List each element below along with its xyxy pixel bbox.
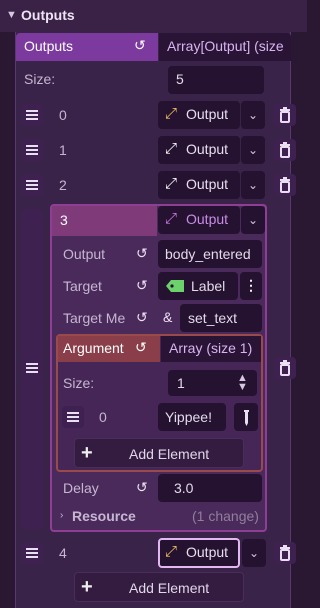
argument-add-element-button[interactable]: + Add Element bbox=[74, 438, 244, 468]
element-value-field[interactable]: Yippee! bbox=[158, 403, 226, 431]
plus-icon: + bbox=[81, 442, 93, 464]
section-title: Outputs bbox=[21, 7, 75, 23]
resource-change-note: (1 change) bbox=[192, 508, 259, 524]
output-button-label: Output bbox=[186, 106, 229, 122]
output-button[interactable]: ⤢ Output bbox=[158, 101, 240, 129]
trash-icon[interactable] bbox=[274, 357, 296, 379]
label-tag-icon bbox=[166, 280, 184, 292]
output-label: Output bbox=[63, 246, 106, 262]
item-index: 4 bbox=[59, 545, 67, 561]
output-signal-field[interactable]: body_entered bbox=[158, 240, 262, 268]
drag-handle-icon[interactable] bbox=[21, 174, 43, 196]
output-button[interactable]: ⤢ Output bbox=[158, 206, 240, 234]
target-node-field[interactable]: Label bbox=[158, 272, 238, 300]
revert-icon[interactable]: ↺ bbox=[136, 309, 148, 326]
chevron-down-icon: ▼ bbox=[6, 9, 17, 21]
revert-icon[interactable]: ↺ bbox=[136, 245, 148, 262]
plus-icon: + bbox=[81, 576, 93, 598]
trash-icon[interactable] bbox=[274, 104, 296, 126]
revert-icon[interactable]: ↺ bbox=[134, 37, 146, 54]
argument-label-row: Argument ↺ bbox=[58, 336, 160, 362]
argument-array-field[interactable]: Array (size 1) bbox=[161, 336, 261, 362]
output-button-label: Output bbox=[186, 141, 229, 157]
drag-handle-icon[interactable] bbox=[21, 209, 43, 529]
item-index: 1 bbox=[59, 142, 67, 158]
chevron-down-icon[interactable]: ⌄ bbox=[241, 206, 265, 234]
chevron-right-icon[interactable]: › bbox=[60, 510, 63, 521]
drag-handle-icon[interactable] bbox=[21, 139, 43, 161]
drag-handle-icon[interactable] bbox=[21, 542, 43, 564]
add-element-button[interactable]: + Add Element bbox=[74, 572, 244, 602]
kebab-menu-icon[interactable]: ⋮ bbox=[240, 272, 262, 300]
type-edit-icon[interactable] bbox=[234, 403, 258, 431]
output-button[interactable]: ⤢ Output bbox=[158, 538, 240, 568]
target-label: Target bbox=[63, 278, 102, 294]
delay-value: 3.0 bbox=[174, 480, 194, 496]
output-button[interactable]: ⤢ Output bbox=[158, 171, 240, 199]
revert-icon[interactable]: ↺ bbox=[136, 479, 148, 496]
outputs-property-label: Outputs ↺ bbox=[16, 33, 158, 61]
item-header: 3 bbox=[52, 206, 157, 236]
resource-label[interactable]: Resource bbox=[72, 508, 136, 524]
spinner-icon[interactable]: ▲ ▼ bbox=[237, 373, 248, 393]
argument-label: Argument bbox=[63, 340, 124, 356]
add-element-label: Add Element bbox=[129, 580, 210, 596]
argument-size-label: Size: bbox=[63, 375, 95, 391]
output-arrow-icon: ⤢ bbox=[165, 175, 178, 192]
target-method-value: set_text bbox=[188, 310, 238, 326]
output-button-label: Output bbox=[186, 211, 229, 227]
chevron-down-icon[interactable]: ⌄ bbox=[242, 539, 266, 567]
drag-handle-icon[interactable] bbox=[62, 406, 84, 428]
target-method-label: Target Me bbox=[63, 310, 126, 326]
trash-icon[interactable] bbox=[274, 139, 296, 161]
target-node-value: Label bbox=[191, 278, 226, 294]
element-index: 0 bbox=[99, 409, 107, 425]
size-value: 5 bbox=[176, 71, 184, 87]
output-button-label: Output bbox=[186, 544, 229, 560]
output-arrow-icon: ⤢ bbox=[165, 105, 178, 122]
outputs-array-field[interactable]: Array[Output] (size bbox=[159, 33, 291, 61]
size-label: Size: bbox=[24, 71, 56, 87]
outputs-section-header[interactable]: ▼ Outputs bbox=[0, 0, 307, 32]
trash-icon[interactable] bbox=[274, 174, 296, 196]
trash-icon[interactable] bbox=[274, 542, 296, 564]
item-index: 0 bbox=[59, 107, 67, 123]
size-field[interactable]: 5 bbox=[168, 66, 264, 94]
chevron-down-icon[interactable]: ⌄ bbox=[241, 101, 265, 129]
revert-icon[interactable]: ↺ bbox=[135, 339, 147, 356]
item-index: 3 bbox=[60, 212, 68, 228]
argument-size-value: 1 bbox=[177, 375, 185, 391]
delay-label: Delay bbox=[63, 480, 99, 496]
revert-icon[interactable]: ↺ bbox=[136, 277, 148, 294]
target-method-field[interactable]: set_text bbox=[180, 304, 262, 332]
output-arrow-icon: ⤢ bbox=[165, 140, 178, 157]
element-value: Yippee! bbox=[165, 409, 212, 425]
method-link-icon: & bbox=[163, 309, 173, 325]
outputs-label: Outputs bbox=[24, 38, 74, 54]
chevron-down-icon[interactable]: ⌄ bbox=[241, 171, 265, 199]
output-arrow-icon: ⤢ bbox=[165, 210, 178, 227]
drag-handle-icon[interactable] bbox=[21, 104, 43, 126]
output-signal-value: body_entered bbox=[165, 246, 251, 262]
output-button-label: Output bbox=[186, 176, 229, 192]
item-index: 2 bbox=[59, 177, 67, 193]
delay-field[interactable]: 3.0 bbox=[158, 474, 262, 502]
argument-size-field[interactable]: 1 ▲ ▼ bbox=[168, 370, 257, 396]
output-button[interactable]: ⤢ Output bbox=[158, 136, 240, 164]
add-element-label: Add Element bbox=[129, 446, 210, 462]
chevron-down-icon[interactable]: ⌄ bbox=[241, 136, 265, 164]
output-arrow-icon: ⤢ bbox=[165, 543, 178, 560]
